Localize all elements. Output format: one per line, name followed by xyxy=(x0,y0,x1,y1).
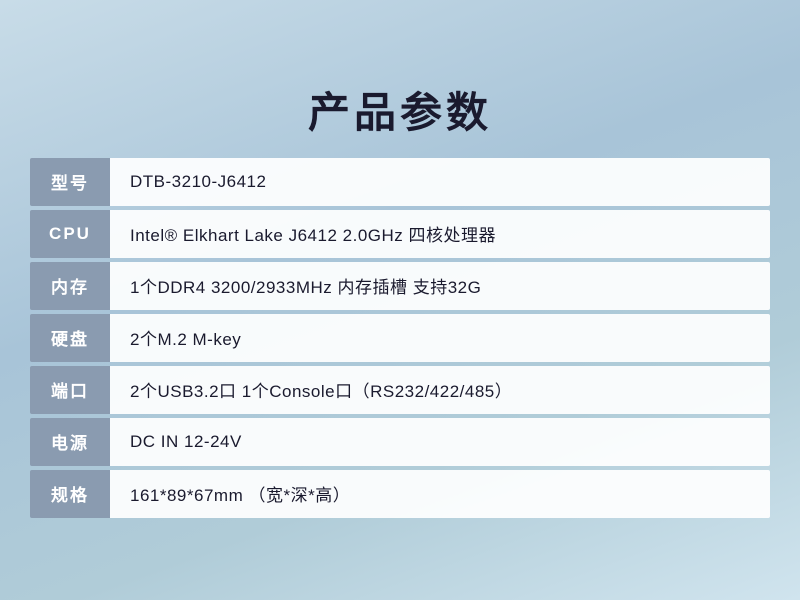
spec-label-storage: 硬盘 xyxy=(30,314,110,362)
page-title: 产品参数 xyxy=(30,79,770,140)
spec-label-power: 电源 xyxy=(30,418,110,466)
spec-value-storage: 2个M.2 M-key xyxy=(110,314,770,362)
spec-label-cpu: CPU xyxy=(30,210,110,258)
page-container: 产品参数 型号DTB-3210-J6412CPUIntel® Elkhart L… xyxy=(10,69,790,532)
spec-row-power: 电源DC IN 12-24V xyxy=(30,418,770,466)
spec-label-size: 规格 xyxy=(30,470,110,518)
spec-row-size: 规格161*89*67mm （宽*深*高） xyxy=(30,470,770,518)
spec-label-model: 型号 xyxy=(30,158,110,206)
spec-value-model: DTB-3210-J6412 xyxy=(110,158,770,206)
spec-list: 型号DTB-3210-J6412CPUIntel® Elkhart Lake J… xyxy=(30,158,770,518)
spec-value-size: 161*89*67mm （宽*深*高） xyxy=(110,470,770,518)
spec-label-ports: 端口 xyxy=(30,366,110,414)
spec-row-memory: 内存1个DDR4 3200/2933MHz 内存插槽 支持32G xyxy=(30,262,770,310)
spec-row-cpu: CPUIntel® Elkhart Lake J6412 2.0GHz 四核处理… xyxy=(30,210,770,258)
spec-value-ports: 2个USB3.2口 1个Console口（RS232/422/485） xyxy=(110,366,770,414)
spec-value-memory: 1个DDR4 3200/2933MHz 内存插槽 支持32G xyxy=(110,262,770,310)
spec-value-power: DC IN 12-24V xyxy=(110,418,770,466)
spec-row-model: 型号DTB-3210-J6412 xyxy=(30,158,770,206)
spec-value-cpu: Intel® Elkhart Lake J6412 2.0GHz 四核处理器 xyxy=(110,210,770,258)
spec-label-memory: 内存 xyxy=(30,262,110,310)
spec-row-storage: 硬盘2个M.2 M-key xyxy=(30,314,770,362)
spec-row-ports: 端口2个USB3.2口 1个Console口（RS232/422/485） xyxy=(30,366,770,414)
